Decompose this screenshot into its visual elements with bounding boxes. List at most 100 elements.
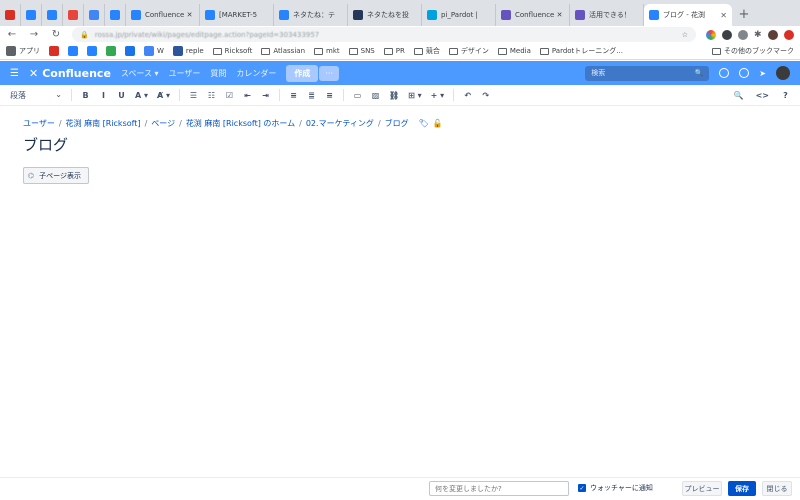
search-input[interactable]: 検索 🔍: [585, 65, 710, 81]
nav-calendars[interactable]: カレンダー: [236, 68, 276, 79]
profile-avatar[interactable]: [767, 29, 778, 40]
label-icon[interactable]: 🏷: [419, 119, 429, 128]
browser-tab[interactable]: [21, 4, 42, 26]
indent-button[interactable]: ⇥: [261, 91, 270, 100]
undo-button[interactable]: ↶: [463, 91, 472, 100]
bookmark-item[interactable]: PR: [383, 47, 405, 55]
find-replace-button[interactable]: 🔍: [734, 91, 744, 100]
breadcrumb-link[interactable]: ユーザー: [23, 118, 55, 129]
page-title[interactable]: ブログ: [23, 134, 68, 155]
bookmark-item[interactable]: 競合: [413, 46, 440, 56]
breadcrumb-link[interactable]: ページ: [151, 118, 175, 129]
notifications-icon[interactable]: ➤: [759, 69, 766, 78]
bullet-list-button[interactable]: ☰: [189, 91, 198, 100]
breadcrumb-link[interactable]: 花渕 麻南 [Ricksoft]: [66, 118, 141, 129]
bookmark-item[interactable]: [87, 46, 97, 56]
preview-button[interactable]: プレビュー: [682, 481, 722, 496]
nav-people[interactable]: ユーザー: [169, 68, 201, 79]
browser-tab[interactable]: pi_Pardot |: [422, 4, 496, 26]
bookmark-label: Ricksoft: [224, 47, 253, 55]
child-pages-macro[interactable]: ⌬ 子ページ表示: [23, 167, 89, 184]
browser-tab[interactable]: 活用できる！: [570, 4, 644, 26]
outdent-button[interactable]: ⇤: [243, 91, 252, 100]
save-button[interactable]: 保存: [728, 481, 756, 496]
browser-tab[interactable]: [63, 4, 84, 26]
star-icon[interactable]: ☆: [682, 31, 688, 39]
create-more-button[interactable]: ···: [319, 65, 339, 81]
extension-icon[interactable]: [706, 29, 716, 40]
url-bar[interactable]: 🔒 rossa.jp/private/wiki/pages/editpage.a…: [72, 27, 696, 42]
bookmark-item[interactable]: Ricksoft: [212, 47, 253, 55]
align-right-button[interactable]: ≡: [325, 91, 334, 100]
bookmark-item[interactable]: mkt: [314, 47, 340, 55]
extension-icon[interactable]: [738, 29, 748, 40]
new-tab-icon[interactable]: +: [732, 4, 756, 26]
browser-tab[interactable]: [84, 4, 105, 26]
underline-button[interactable]: U: [117, 91, 126, 100]
notify-watchers-checkbox[interactable]: ✓ ウォッチャーに通知: [578, 483, 653, 493]
create-button[interactable]: 作成: [286, 64, 319, 82]
bookmark-item[interactable]: Atlassian: [261, 47, 305, 55]
forward-icon[interactable]: →: [28, 29, 40, 40]
change-comment-input[interactable]: [429, 481, 569, 496]
insert-link-button[interactable]: ⛓: [389, 91, 399, 100]
insert-more-button[interactable]: + ▾: [431, 91, 445, 100]
close-icon[interactable]: ✕: [720, 11, 727, 20]
close-button[interactable]: 閉じる: [762, 481, 792, 496]
bookmark-item[interactable]: アプリ: [6, 46, 40, 56]
user-avatar[interactable]: [776, 66, 790, 80]
browser-tab[interactable]: ネタたね：テ: [274, 4, 348, 26]
nav-spaces[interactable]: スペース ▾: [121, 68, 159, 79]
nav-questions[interactable]: 質問: [210, 68, 226, 79]
bookmark-item[interactable]: デザイン: [448, 46, 489, 56]
source-editor-button[interactable]: <>: [756, 91, 769, 100]
help-icon[interactable]: [719, 68, 730, 78]
apps-grid-icon: [6, 46, 16, 56]
redo-button[interactable]: ↷: [481, 91, 490, 100]
extension-icon[interactable]: [722, 29, 732, 40]
browser-tab[interactable]: [0, 4, 21, 26]
bookmark-item[interactable]: [125, 46, 135, 56]
insert-table-button[interactable]: ⊞ ▾: [408, 91, 422, 100]
bookmark-item[interactable]: Media: [497, 47, 531, 55]
bookmark-item[interactable]: [49, 46, 59, 56]
other-bookmarks[interactable]: その他のブックマーク: [712, 46, 794, 56]
reload-icon[interactable]: ↻: [50, 29, 62, 40]
clear-format-button[interactable]: A̸ ▾: [157, 91, 170, 100]
bookmark-item[interactable]: W: [144, 46, 164, 56]
bookmark-item[interactable]: reple: [172, 46, 204, 56]
numbered-list-button[interactable]: ☷: [207, 91, 216, 100]
task-list-button[interactable]: ☑: [225, 91, 234, 100]
breadcrumb-link[interactable]: ブログ: [385, 118, 409, 129]
help-button[interactable]: ?: [781, 91, 790, 100]
bold-button[interactable]: B: [81, 91, 90, 100]
browser-tab[interactable]: [MARKET-5: [200, 4, 274, 26]
puzzle-icon[interactable]: ✱: [754, 30, 762, 40]
insert-image-button[interactable]: ▨: [371, 91, 380, 100]
breadcrumb-link[interactable]: 02.マーケティング: [306, 118, 374, 129]
back-icon[interactable]: ←: [6, 29, 18, 40]
text-color-button[interactable]: A ▾: [135, 91, 148, 100]
page-layout-button[interactable]: ▭: [353, 91, 362, 100]
restrictions-icon[interactable]: 🔓: [433, 119, 443, 128]
update-icon[interactable]: [783, 29, 794, 40]
bookmark-item[interactable]: Pardotトレーニング...: [539, 46, 623, 56]
menu-icon[interactable]: ☰: [10, 68, 19, 79]
lock-icon: 🔒: [80, 30, 89, 39]
bookmark-item[interactable]: SNS: [348, 47, 375, 55]
bookmark-item[interactable]: [106, 46, 116, 56]
browser-tab[interactable]: Confluence ✕: [496, 4, 570, 26]
browser-tab[interactable]: Confluence ✕: [126, 4, 200, 26]
align-left-button[interactable]: ≡: [289, 91, 298, 100]
paragraph-style-select[interactable]: 段落 ⌄: [10, 90, 62, 101]
settings-icon[interactable]: [739, 68, 750, 78]
italic-button[interactable]: I: [99, 91, 108, 100]
browser-tab[interactable]: [105, 4, 126, 26]
align-center-button[interactable]: ≣: [307, 91, 316, 100]
confluence-logo[interactable]: ✕ Confluence: [29, 67, 111, 80]
browser-tab-active[interactable]: ブログ - 花渕 ✕: [644, 4, 732, 26]
breadcrumb-link[interactable]: 花渕 麻南 [Ricksoft] のホーム: [186, 118, 295, 129]
bookmark-item[interactable]: [68, 46, 78, 56]
browser-tab[interactable]: [42, 4, 63, 26]
browser-tab[interactable]: ネタたねを投: [348, 4, 422, 26]
